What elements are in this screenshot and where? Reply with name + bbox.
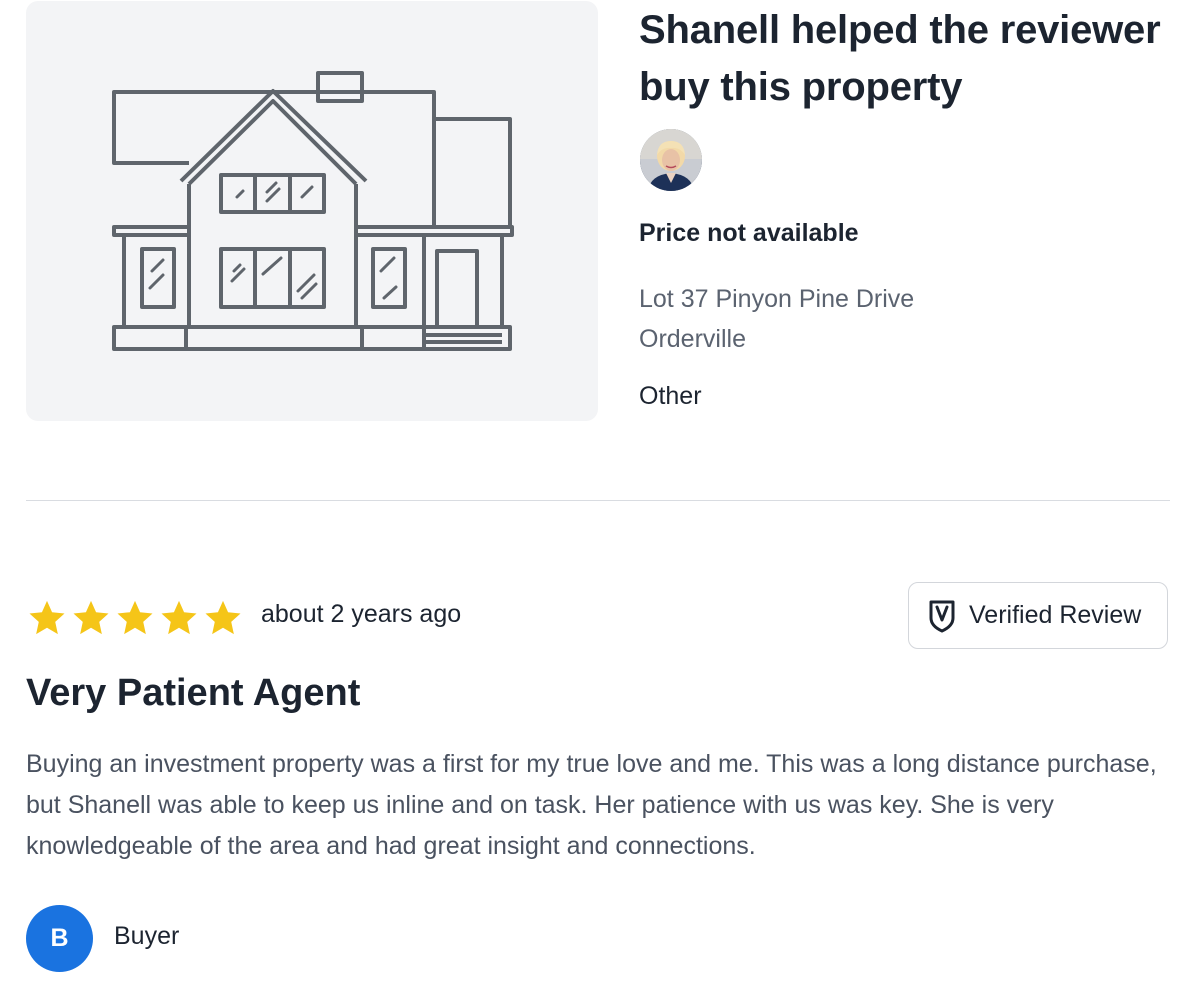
review-body: Buying an investment property was a firs… — [26, 750, 1157, 860]
agent-avatar[interactable] — [640, 129, 702, 191]
reviewer-role: Buyer — [114, 922, 180, 950]
star-icon — [29, 600, 65, 635]
review-title: Very Patient Agent — [26, 672, 361, 714]
address-street: Lot 37 Pinyon Pine Drive — [639, 285, 915, 313]
house-outline-icon — [112, 71, 514, 351]
price-label: Price not available — [639, 219, 859, 247]
verified-review-label: Verified Review — [969, 601, 1142, 629]
shield-check-icon — [929, 600, 955, 632]
agent-photo — [640, 129, 702, 191]
review-timestamp: about 2 years ago — [261, 600, 462, 628]
listing-heading: Shanell helped the reviewer buy this pro… — [639, 8, 1161, 109]
property-address: Lot 37 Pinyon Pine Drive Orderville — [639, 279, 1139, 359]
star-icon — [117, 600, 153, 635]
star-rating — [26, 597, 244, 639]
address-city: Orderville — [639, 325, 746, 353]
star-icon — [73, 600, 109, 635]
star-icon — [205, 600, 241, 635]
section-divider — [26, 500, 1170, 501]
property-image-placeholder — [26, 1, 598, 421]
reviewer-avatar: B — [26, 905, 93, 972]
property-type: Other — [639, 382, 702, 410]
star-icon — [161, 600, 197, 635]
verified-review-badge[interactable]: Verified Review — [908, 582, 1168, 649]
reviewer-initial: B — [50, 924, 69, 952]
